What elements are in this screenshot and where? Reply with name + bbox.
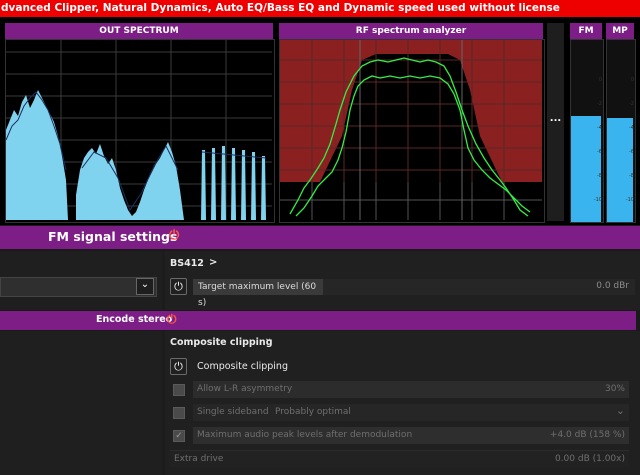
composite-left-column (0, 331, 162, 475)
mp-scale-0: 0 (630, 77, 634, 83)
allow-lr-asymmetry-checkbox[interactable] (173, 384, 185, 396)
out-spectrum-title: OUT SPECTRUM (5, 23, 273, 39)
dropdown-chevron-icon[interactable]: ⌄ (136, 278, 154, 295)
extra-drive-field[interactable]: Extra drive 0.00 dB (1.00x) (170, 450, 629, 467)
rf-analyzer-panel: RF spectrum analyzer (279, 23, 545, 223)
license-warning-banner: dvanced Clipper, Natural Dynamics, Auto … (0, 0, 640, 17)
mp-scale-4: -4 (629, 125, 634, 131)
bs412-title[interactable]: BS412 (170, 258, 204, 269)
mp-meter-label: MP (606, 23, 634, 39)
encode-stereo-header: Encode stereo ⏻ (0, 311, 636, 330)
more-options-button[interactable]: ... (547, 23, 564, 221)
fm-scale-4: -4 (597, 125, 602, 131)
target-max-level-value: 0.0 dBr (596, 281, 629, 291)
single-sideband-chevron-icon[interactable]: ⌄ (616, 404, 625, 417)
max-audio-peak-field[interactable]: Maximum audio peak levels after demodula… (193, 427, 629, 444)
encode-stereo-power-icon[interactable]: ⏻ (167, 312, 177, 327)
composite-section: Composite clipping ⌄ ⏻ Composite clippin… (0, 331, 640, 475)
max-audio-peak-label: Maximum audio peak levels after demodula… (197, 430, 413, 440)
bs412-power-button[interactable]: ⏻ (170, 278, 187, 295)
more-options-label: ... (549, 113, 562, 124)
composite-clipping-power-button[interactable]: ⏻ (170, 358, 187, 375)
out-spectrum-graph (5, 39, 275, 223)
composite-clipping-chevron-icon[interactable]: ⌄ (264, 333, 272, 344)
target-max-level-slider[interactable]: 0.0 dBr (323, 279, 635, 295)
rf-analyzer-title: RF spectrum analyzer (279, 23, 543, 39)
composite-panel: Composite clipping ⌄ ⏻ Composite clippin… (165, 331, 640, 475)
encode-stereo-right (162, 311, 636, 330)
fm-meter-fill (571, 116, 601, 222)
left-column: ⌄ (0, 251, 162, 310)
encode-stereo-title: Encode stereo (96, 314, 173, 325)
fm-scale-10: -10 (593, 197, 602, 203)
out-spectrum-panel: OUT SPECTRUM (5, 23, 275, 223)
left-dropdown[interactable]: ⌄ (0, 277, 157, 297)
mp-meter: MP 0 -2 -4 -6 -8 -10 (606, 23, 636, 223)
out-spectrum-plot (6, 40, 272, 220)
bs412-panel: BS412 > ⏻ Target maximum level (60 s) 0.… (165, 251, 640, 310)
fm-settings-power-icon[interactable]: ⏻ (169, 228, 179, 243)
single-sideband-value: Probably optimal (275, 407, 351, 417)
rf-analyzer-plot (280, 40, 542, 220)
fm-scale-6: -6 (597, 149, 602, 155)
mp-scale-2: -2 (629, 101, 634, 107)
fm-meter-bar: 0 -2 -4 -6 -8 -10 (570, 39, 604, 223)
fm-settings-title: FM signal settings (48, 229, 178, 244)
extra-drive-label: Extra drive (174, 454, 224, 464)
max-audio-peak-checkbox[interactable]: ✓ (173, 430, 185, 442)
allow-lr-asymmetry-value: 30% (604, 384, 625, 394)
rf-analyzer-graph (279, 39, 545, 223)
allow-lr-asymmetry-field[interactable]: Allow L-R asymmetry 30% (193, 381, 629, 398)
fm-scale-0: 0 (598, 77, 602, 83)
fm-settings-header: FM signal settings ⏻ (0, 226, 640, 249)
extra-drive-value: 0.00 dB (1.00x) (554, 454, 625, 464)
single-sideband-checkbox[interactable] (173, 407, 185, 419)
allow-lr-asymmetry-label: Allow L-R asymmetry (197, 384, 293, 394)
target-max-level-label: Target maximum level (60 s) (198, 282, 317, 308)
composite-clipping-toggle-label: Composite clipping (197, 361, 288, 372)
single-sideband-label: Single sideband (197, 407, 269, 417)
bs412-section: ⌄ BS412 > ⏻ Target maximum level (60 s) … (0, 251, 640, 310)
single-sideband-field[interactable]: Single sideband Probably optimal ⌄ (193, 404, 629, 421)
fm-scale-2: -2 (597, 101, 602, 107)
target-max-level-label-field: Target maximum level (60 s) (193, 279, 323, 308)
fm-meter-label: FM (570, 23, 602, 39)
composite-clipping-header[interactable]: Composite clipping (170, 337, 273, 348)
fm-scale-8: -8 (597, 173, 602, 179)
mp-meter-bar: 0 -2 -4 -6 -8 -10 (606, 39, 636, 223)
mp-meter-fill (607, 118, 633, 222)
mp-scale-10: -10 (625, 197, 634, 203)
mp-scale-8: -8 (629, 173, 634, 179)
bs412-chevron-icon[interactable]: > (209, 257, 217, 268)
max-audio-peak-value: +4.0 dB (158 %) (549, 430, 625, 440)
mp-scale-6: -6 (629, 149, 634, 155)
fm-meter: FM 0 -2 -4 -6 -8 -10 (570, 23, 604, 223)
